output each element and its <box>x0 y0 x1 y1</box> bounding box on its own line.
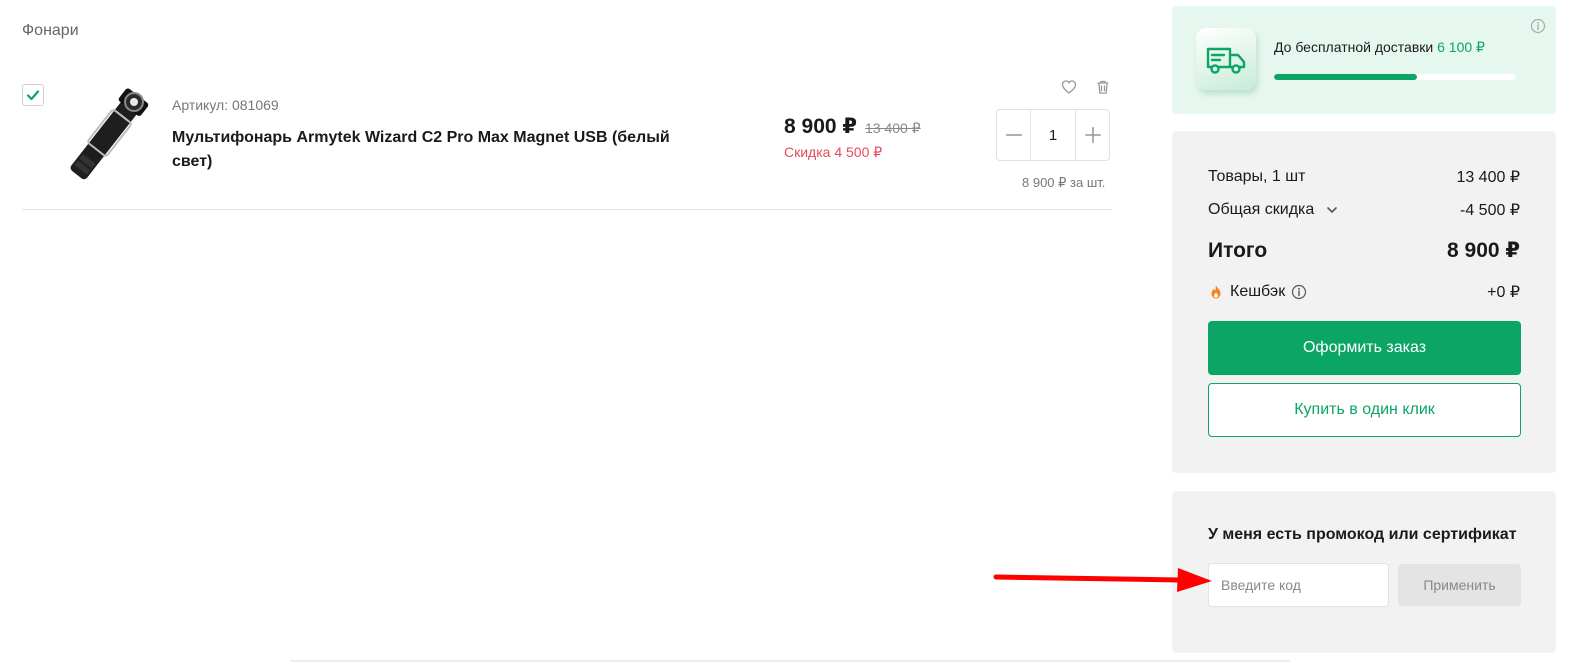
promo-code-input[interactable] <box>1208 563 1389 607</box>
summary-goods-label: Товары, 1 шт <box>1208 168 1306 185</box>
free-delivery-label: До бесплатной доставки <box>1274 39 1434 55</box>
summary-total-label: Итого <box>1208 238 1268 262</box>
delete-button[interactable] <box>1094 78 1112 96</box>
delivery-badge <box>1196 28 1256 90</box>
divider <box>290 660 1290 662</box>
cart-item-row: Артикул: 081069 Мультифонарь Armytek Wiz… <box>22 70 1112 210</box>
product-name-link[interactable]: Мультифонарь Armytek Wizard C2 Pro Max M… <box>172 126 672 174</box>
flame-icon <box>1211 285 1221 299</box>
summary-total-row: Итого 8 900 ₽ <box>1208 238 1520 263</box>
summary-goods-row: Товары, 1 шт 13 400 ₽ <box>1208 167 1520 187</box>
summary-cashback-row: Кешбэк +0 ₽ <box>1208 282 1520 302</box>
free-delivery-amount: 6 100 ₽ <box>1437 39 1485 55</box>
delivery-progress-fill <box>1274 74 1417 80</box>
check-icon <box>26 90 40 101</box>
price-block: 8 900 ₽ 13 400 ₽ Скидка 4 500 ₽ <box>784 114 921 161</box>
unit-price: 8 900 ₽ за шт. <box>1022 175 1106 190</box>
item-checkbox[interactable] <box>22 84 44 106</box>
row-actions <box>1060 78 1112 96</box>
chevron-down-icon <box>1327 207 1338 213</box>
summary-discount-row[interactable]: Общая скидка -4 500 ₽ <box>1208 200 1520 220</box>
quantity-increase-button[interactable] <box>1076 110 1109 160</box>
minus-icon <box>1005 134 1022 136</box>
summary-cashback-label: Кешбэк <box>1230 283 1286 300</box>
checkout-button[interactable]: Оформить заказ <box>1208 321 1521 375</box>
summary-total-value: 8 900 ₽ <box>1447 239 1520 262</box>
free-delivery-card: До бесплатной доставки 6 100 ₽ <box>1172 6 1556 114</box>
order-summary-card: Товары, 1 шт 13 400 ₽ Общая скидка -4 50… <box>1172 131 1556 473</box>
plus-icon <box>1084 127 1101 143</box>
favorite-button[interactable] <box>1060 78 1078 96</box>
price-old: 13 400 ₽ <box>865 120 921 136</box>
promo-apply-button[interactable]: Применить <box>1398 564 1521 606</box>
trash-icon <box>1097 80 1109 94</box>
quantity-input[interactable]: 1 <box>1030 110 1076 160</box>
info-icon[interactable] <box>1291 284 1307 300</box>
promo-title: У меня есть промокод или сертификат <box>1208 526 1517 543</box>
summary-goods-value: 13 400 ₽ <box>1456 169 1520 186</box>
free-delivery-text: До бесплатной доставки 6 100 ₽ <box>1274 39 1485 56</box>
category-title: Фонари <box>22 22 79 39</box>
delivery-progress-bar <box>1274 74 1516 80</box>
price-current: 8 900 ₽ <box>784 115 857 138</box>
one-click-buy-button[interactable]: Купить в один клик <box>1208 383 1521 437</box>
annotation-arrow <box>993 568 1212 592</box>
summary-discount-label: Общая скидка <box>1208 201 1315 218</box>
summary-cashback-value: +0 ₽ <box>1487 284 1520 301</box>
truck-icon <box>1206 47 1246 74</box>
price-discount: Скидка 4 500 ₽ <box>784 144 883 160</box>
promo-code-card: У меня есть промокод или сертификат Прим… <box>1172 491 1556 653</box>
info-icon[interactable] <box>1530 18 1546 34</box>
quantity-stepper: 1 <box>996 109 1110 161</box>
quantity-decrease-button[interactable] <box>997 110 1030 160</box>
heart-icon <box>1061 80 1077 94</box>
product-image[interactable] <box>50 82 160 187</box>
summary-discount-value: -4 500 ₽ <box>1460 202 1520 219</box>
product-sku: Артикул: 081069 <box>172 97 279 113</box>
